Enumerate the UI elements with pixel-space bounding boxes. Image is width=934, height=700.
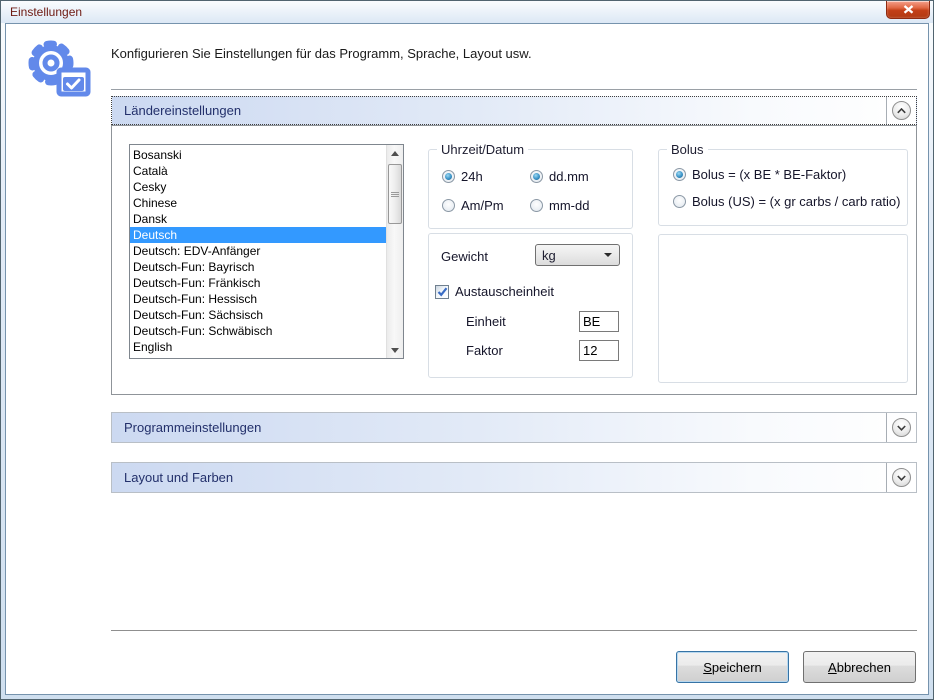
einheit-label: Einheit: [466, 314, 506, 329]
time-date-group-title: Uhrzeit/Datum: [437, 142, 528, 157]
weight-unit-combo[interactable]: kg: [535, 244, 620, 266]
dialog-body: Konfigurieren Sie Einstellungen für das …: [5, 23, 929, 695]
section-header-laendereinstellungen[interactable]: Ländereinstellungen: [111, 96, 917, 125]
section-title: Ländereinstellungen: [124, 103, 241, 118]
radio-option[interactable]: mm-dd: [530, 198, 589, 213]
language-item[interactable]: Deutsch: [130, 227, 386, 243]
radio-label: Bolus (US) = (x gr carbs / carb ratio): [692, 194, 900, 209]
chevron-down-icon: [897, 475, 906, 481]
radio-icon: [673, 195, 686, 208]
language-item[interactable]: Chinese: [130, 195, 386, 211]
language-item[interactable]: Cesky: [130, 179, 386, 195]
settings-dialog: Einstellungen Konfigurieren Sie Einstell…: [0, 0, 934, 700]
header-divider: [886, 97, 887, 124]
checkbox-check-icon: [435, 285, 449, 299]
weight-group: Gewicht kg Austauscheinheit Einheit Fakt…: [428, 233, 633, 378]
language-item[interactable]: Català: [130, 163, 386, 179]
laendereinstellungen-panel: BosanskiCatalàCeskyChineseDanskDeutschDe…: [111, 125, 917, 395]
speichern-button-label: Speichern: [703, 660, 762, 675]
abbrechen-button[interactable]: Abbrechen: [803, 651, 916, 683]
section-header-controls: [886, 413, 916, 442]
language-item[interactable]: Deutsch-Fun: Schwäbisch: [130, 323, 386, 339]
radio-icon: [530, 170, 543, 183]
chevron-down-icon: [897, 425, 906, 431]
radio-option[interactable]: Bolus (US) = (x gr carbs / carb ratio): [673, 194, 900, 209]
scroll-down-button[interactable]: [387, 342, 403, 358]
expand-section-button[interactable]: [892, 468, 911, 487]
bolus-options: Bolus = (x BE * BE-Faktor) Bolus (US) = (…: [673, 167, 900, 209]
titlebar: Einstellungen: [1, 1, 933, 23]
radio-label: mm-dd: [549, 198, 589, 213]
header-separator: [111, 89, 917, 90]
section-header-programmeinstellungen[interactable]: Programmeinstellungen: [111, 412, 917, 443]
radio-icon: [673, 168, 686, 181]
speichern-button[interactable]: Speichern: [676, 651, 789, 683]
language-item[interactable]: Dansk: [130, 211, 386, 227]
time-date-group: Uhrzeit/Datum 24hdd.mmAm/Pmmm-dd: [428, 149, 633, 229]
radio-icon: [442, 170, 455, 183]
radio-icon: [442, 199, 455, 212]
radio-option[interactable]: Am/Pm: [442, 198, 530, 213]
radio-option[interactable]: Bolus = (x BE * BE-Faktor): [673, 167, 900, 182]
faktor-input[interactable]: [579, 340, 619, 361]
language-item[interactable]: English: [130, 339, 386, 355]
time-date-options: 24h dd.mm Am/Pm mm-dd: [442, 169, 589, 213]
language-item[interactable]: Deutsch-Fun: Fränkisch: [130, 275, 386, 291]
empty-group: [658, 234, 908, 383]
language-item[interactable]: Deutsch: EDV-Anfänger: [130, 243, 386, 259]
language-item[interactable]: Deutsch-Fun: Hessisch: [130, 291, 386, 307]
einheit-input[interactable]: [579, 311, 619, 332]
triangle-down-icon: [391, 348, 399, 353]
section-header-controls: [886, 463, 916, 492]
weight-unit-value: kg: [536, 248, 604, 263]
combo-triangle-down-icon: [604, 253, 612, 257]
window-title: Einstellungen: [10, 5, 82, 19]
weight-label: Gewicht: [441, 249, 488, 264]
expand-section-button[interactable]: [892, 418, 911, 437]
language-item[interactable]: Deutsch-Fun: Bayrisch: [130, 259, 386, 275]
header-divider: [886, 413, 887, 442]
radio-label: Bolus = (x BE * BE-Faktor): [692, 167, 846, 182]
radio-option[interactable]: 24h: [442, 169, 530, 184]
collapse-section-button[interactable]: [892, 101, 911, 120]
section-title: Programmeinstellungen: [124, 420, 261, 435]
scroll-up-button[interactable]: [387, 145, 403, 161]
bolus-group: Bolus Bolus = (x BE * BE-Faktor)Bolus (U…: [658, 149, 908, 226]
abbrechen-button-label: Abbrechen: [828, 660, 891, 675]
scrollbar-thumb[interactable]: [388, 164, 402, 224]
language-item[interactable]: Bosanski: [130, 147, 386, 163]
faktor-label: Faktor: [466, 343, 503, 358]
close-x-icon: [903, 5, 914, 14]
triangle-up-icon: [391, 151, 399, 156]
dialog-description: Konfigurieren Sie Einstellungen für das …: [111, 46, 532, 61]
language-list-scrollbar[interactable]: [386, 145, 403, 358]
radio-label: 24h: [461, 169, 483, 184]
exchange-unit-checkbox[interactable]: Austauscheinheit: [435, 284, 554, 299]
bolus-group-title: Bolus: [667, 142, 708, 157]
radio-label: dd.mm: [549, 169, 589, 184]
radio-icon: [530, 199, 543, 212]
section-header-controls: [886, 97, 916, 124]
language-list-items: BosanskiCatalàCeskyChineseDanskDeutschDe…: [130, 145, 386, 358]
footer-separator: [111, 630, 917, 631]
close-button[interactable]: [886, 1, 930, 19]
radio-option[interactable]: dd.mm: [530, 169, 589, 184]
settings-gear-icon: [22, 37, 94, 99]
chevron-up-icon: [897, 108, 906, 114]
language-list[interactable]: BosanskiCatalàCeskyChineseDanskDeutschDe…: [129, 144, 404, 359]
section-title: Layout und Farben: [124, 470, 233, 485]
radio-label: Am/Pm: [461, 198, 504, 213]
section-header-layout-und-farben[interactable]: Layout und Farben: [111, 462, 917, 493]
language-item[interactable]: Deutsch-Fun: Sächsisch: [130, 307, 386, 323]
grip-icon: [391, 192, 399, 197]
header-divider: [886, 463, 887, 492]
exchange-unit-label: Austauscheinheit: [455, 284, 554, 299]
